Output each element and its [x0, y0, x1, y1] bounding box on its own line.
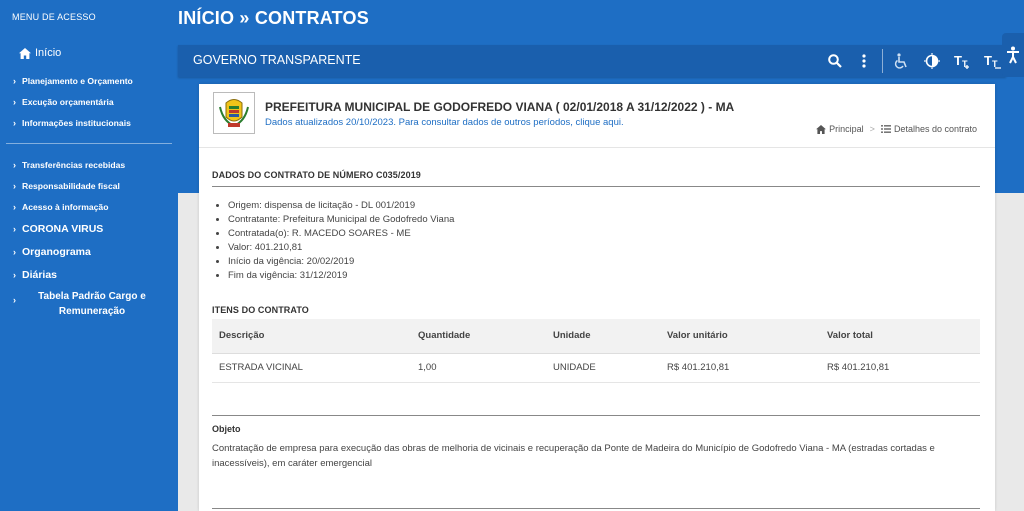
- detail-fim-vigencia: Fim da vigência: 31/12/2019: [228, 269, 454, 283]
- detail-valor: Valor: 401.210,81: [228, 241, 454, 255]
- sidebar-item-label: Informações institucionais: [22, 117, 131, 128]
- portal-title: GOVERNO TRANSPARENTE: [193, 53, 361, 67]
- sidebar-item-home[interactable]: Início: [0, 34, 178, 64]
- svg-text:T: T: [984, 53, 992, 68]
- chevron-right-icon: ›: [13, 75, 16, 86]
- items-section-title: ITENS DO CONTRATO: [212, 305, 309, 315]
- sidebar-item-corona[interactable]: › CORONA VIRUS: [0, 217, 178, 240]
- coat-of-arms-logo: [213, 92, 255, 134]
- sidebar-item-planejamento[interactable]: › Planejamento e Orçamento: [0, 70, 178, 91]
- font-decrease-icon[interactable]: TT: [984, 52, 1002, 70]
- chevron-right-icon: ›: [13, 117, 16, 128]
- wheelchair-icon[interactable]: [894, 53, 908, 69]
- contract-details-list: Origem: dispensa de licitação - DL 001/2…: [228, 199, 454, 283]
- detail-contratante: Contratante: Prefeitura Municipal de God…: [228, 213, 454, 227]
- sidebar-item-label: Organograma: [22, 245, 91, 258]
- portal-toolbar: GOVERNO TRANSPARENTE TT TT: [178, 45, 1006, 77]
- entity-title: PREFEITURA MUNICIPAL DE GODOFREDO VIANA …: [265, 100, 735, 114]
- sidebar-item-tabela-cargo[interactable]: › Tabela Padrão Cargo e Remuneração: [0, 286, 178, 322]
- breadcrumb-home[interactable]: Principal: [829, 124, 864, 134]
- column-header: Unidade: [546, 319, 660, 353]
- toolbar-divider: [882, 49, 883, 73]
- sidebar-item-organograma[interactable]: › Organograma: [0, 240, 178, 263]
- table-cell: UNIDADE: [546, 352, 660, 383]
- detail-origem: Origem: dispensa de licitação - DL 001/2…: [228, 199, 454, 213]
- table-cell: R$ 401.210,81: [660, 352, 820, 383]
- chevron-right-icon: ›: [13, 246, 16, 257]
- column-header: Descrição: [212, 319, 411, 353]
- breadcrumb: Principal > Detalhes do contrato: [816, 124, 977, 134]
- contrast-icon[interactable]: [924, 53, 940, 69]
- sidebar-item-acesso[interactable]: › Acesso à informação: [0, 196, 178, 217]
- table-header-row: Descrição Quantidade Unidade Valor unitá…: [212, 319, 980, 353]
- chevron-right-icon: ›: [13, 180, 16, 191]
- sidebar-item-label: Excução orçamentária: [22, 96, 114, 107]
- sidebar-item-diarias[interactable]: › Diárias: [0, 263, 178, 286]
- accessibility-icon[interactable]: [1002, 33, 1024, 77]
- detail-inicio-vigencia: Início da vigência: 20/02/2019: [228, 255, 454, 269]
- sidebar-item-responsabilidade[interactable]: › Responsabilidade fiscal: [0, 175, 178, 196]
- sidebar-item-label: Início: [35, 47, 62, 59]
- objeto-label: Objeto: [212, 424, 241, 434]
- sidebar-item-label: CORONA VIRUS: [22, 222, 104, 235]
- table-cell: 1,00: [411, 352, 546, 383]
- objeto-text: Contratação de empresa para execução das…: [212, 443, 935, 469]
- sidebar-item-transferencias[interactable]: › Transferências recebidas: [0, 154, 178, 175]
- chevron-right-icon: ›: [13, 96, 16, 107]
- sidebar-item-label: Diárias: [22, 268, 58, 281]
- sidebar: MENU DE ACESSO Início › Planejamento e Or…: [0, 0, 178, 511]
- chevron-right-icon: ›: [13, 159, 16, 170]
- contract-card: PREFEITURA MUNICIPAL DE GODOFREDO VIANA …: [199, 84, 995, 511]
- sidebar-item-informacoes[interactable]: › Informações institucionais: [0, 112, 178, 133]
- table-cell: ESTRADA VICINAL: [212, 352, 411, 383]
- column-header: Valor total: [820, 319, 980, 353]
- column-header: Valor unitário: [660, 319, 820, 353]
- chevron-right-icon: ›: [13, 295, 16, 305]
- section-divider: [212, 508, 980, 509]
- sidebar-item-label: Acesso à informação: [22, 201, 109, 212]
- table-cell: R$ 401.210,81: [820, 352, 980, 383]
- sidebar-title: MENU DE ACESSO: [12, 12, 96, 22]
- sidebar-item-label: Planejamento e Orçamento: [22, 75, 133, 86]
- sidebar-divider: [6, 143, 172, 144]
- breadcrumb-current: Detalhes do contrato: [893, 124, 977, 134]
- chevron-right-icon: ›: [13, 223, 16, 234]
- items-table: Descrição Quantidade Unidade Valor unitá…: [212, 319, 980, 383]
- home-icon: [19, 47, 31, 59]
- detail-contratada: Contratada(o): R. MACEDO SOARES - ME: [228, 227, 454, 241]
- more-vert-icon[interactable]: [862, 54, 866, 68]
- home-icon: [816, 124, 827, 134]
- font-increase-icon[interactable]: TT: [954, 52, 972, 70]
- chevron-right-icon: ›: [13, 269, 16, 280]
- contract-section-title: DADOS DO CONTRATO DE NÚMERO C035/2019: [212, 170, 421, 180]
- svg-text:T: T: [954, 53, 962, 68]
- page-title: INÍCIO » CONTRATOS: [178, 8, 369, 28]
- column-header: Quantidade: [411, 319, 546, 353]
- sidebar-item-label: Responsabilidade fiscal: [22, 180, 120, 191]
- table-row: ESTRADA VICINAL 1,00 UNIDADE R$ 401.210,…: [212, 352, 980, 383]
- sidebar-item-label: Transferências recebidas: [22, 159, 126, 170]
- sidebar-item-execucao[interactable]: › Excução orçamentária: [0, 91, 178, 112]
- entity-header: PREFEITURA MUNICIPAL DE GODOFREDO VIANA …: [199, 84, 995, 148]
- chevron-right-icon: ›: [13, 201, 16, 212]
- section-divider: [212, 415, 980, 416]
- search-icon[interactable]: [828, 54, 842, 68]
- list-icon: [880, 125, 891, 133]
- data-updated-link[interactable]: Dados atualizados 20/10/2023. Para consu…: [265, 117, 624, 128]
- sidebar-item-label: Tabela Padrão Cargo e Remuneração: [38, 291, 146, 317]
- breadcrumb-separator: >: [869, 124, 875, 134]
- section-divider: [212, 186, 980, 187]
